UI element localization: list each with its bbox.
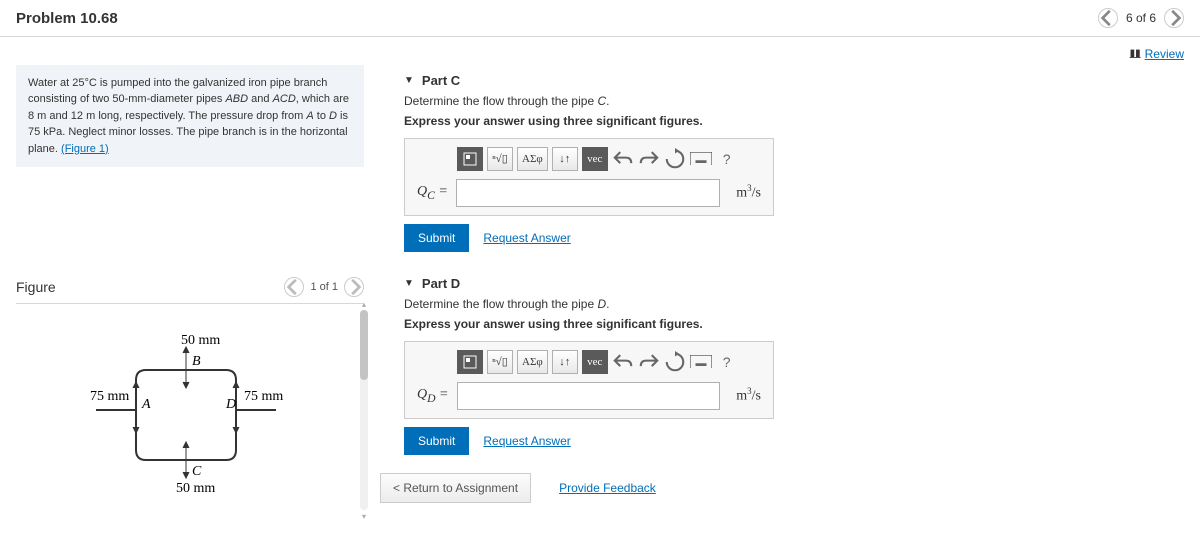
part-d-submit-button[interactable]: Submit [404, 427, 469, 455]
label-right-dim: 75 mm [244, 389, 283, 404]
label-D: D [225, 397, 236, 412]
figure-body: ▴ ▾ [16, 310, 364, 510]
undo-icon [612, 148, 634, 170]
figure-link[interactable]: (Figure 1) [61, 143, 109, 155]
collapse-caret-icon[interactable]: ▼ [404, 75, 414, 86]
part-c-unit: m3/s [726, 183, 761, 202]
keyboard-icon [690, 152, 712, 166]
figure-next-button[interactable] [344, 277, 364, 297]
updown-tool-button[interactable]: ↓↑ [552, 350, 578, 374]
part-c-toolbar: ⁿ√▯ ΑΣφ ↓↑ vec ? [417, 147, 761, 171]
footer-row: < Return to Assignment Provide Feedback [380, 473, 1184, 503]
redo-icon [638, 148, 660, 170]
reset-icon [664, 351, 686, 373]
part-d-var-label: QD = [417, 387, 451, 405]
label-B: B [192, 354, 201, 369]
greek-tool-button[interactable]: ΑΣφ [517, 147, 548, 171]
template-tool-button[interactable] [457, 350, 483, 374]
template-tool-button[interactable] [457, 147, 483, 171]
template-icon [463, 355, 477, 369]
template-icon [463, 152, 477, 166]
part-c-var-label: QC = [417, 184, 450, 202]
page-pager: 6 of 6 [1098, 8, 1184, 28]
part-d-instr: Express your answer using three signific… [404, 317, 1184, 331]
review-link[interactable]: ▮▮ Review [1130, 47, 1184, 61]
provide-feedback-link[interactable]: Provide Feedback [559, 481, 656, 495]
part-d-answer-box: ⁿ√▯ ΑΣφ ↓↑ vec ? QD = m3/s [404, 341, 774, 419]
part-d-toolbar: ⁿ√▯ ΑΣφ ↓↑ vec ? [417, 350, 761, 374]
flag-icon: ▮▮ [1130, 48, 1141, 59]
root-tool-button[interactable]: ⁿ√▯ [487, 350, 513, 374]
scroll-up-icon: ▴ [360, 300, 368, 308]
figure-pager: 1 of 1 [284, 277, 364, 297]
part-c-title: Part C [422, 73, 460, 88]
reset-button[interactable] [664, 351, 686, 373]
vec-tool-button[interactable]: vec [582, 350, 608, 374]
part-c-answer-input[interactable] [456, 179, 720, 207]
help-button[interactable]: ? [716, 148, 738, 170]
scroll-down-icon: ▾ [360, 512, 368, 520]
part-d-request-answer-link[interactable]: Request Answer [483, 434, 570, 448]
figure-prev-button[interactable] [284, 277, 304, 297]
collapse-caret-icon[interactable]: ▼ [404, 278, 414, 289]
label-C: C [192, 464, 202, 479]
part-c-submit-button[interactable]: Submit [404, 224, 469, 252]
help-button[interactable]: ? [716, 351, 738, 373]
part-c: ▼ Part C Determine the flow through the … [380, 65, 1184, 252]
part-d-title: Part D [422, 276, 460, 291]
part-d-unit: m3/s [726, 386, 761, 405]
problem-title: Problem 10.68 [16, 10, 118, 27]
review-row: ▮▮ Review [0, 37, 1200, 65]
part-c-prompt: Determine the flow through the pipe C. [404, 94, 1184, 108]
part-c-instr: Express your answer using three signific… [404, 114, 1184, 128]
figure-title: Figure [16, 279, 56, 295]
keyboard-icon [690, 355, 712, 369]
problem-statement: Water at 25°C is pumped into the galvani… [16, 65, 364, 168]
label-bot-dim: 50 mm [176, 481, 215, 496]
reset-icon [664, 148, 686, 170]
keyboard-button[interactable] [690, 148, 712, 170]
next-page-button[interactable] [1164, 8, 1184, 28]
part-d-prompt: Determine the flow through the pipe D. [404, 297, 1184, 311]
figure-header: Figure 1 of 1 [16, 277, 364, 304]
vec-tool-button[interactable]: vec [582, 147, 608, 171]
figure-scrollbar[interactable]: ▴ ▾ [360, 310, 368, 510]
root-icon: ⁿ√▯ [492, 355, 508, 368]
part-d: ▼ Part D Determine the flow through the … [380, 268, 1184, 455]
redo-button[interactable] [638, 351, 660, 373]
scroll-thumb[interactable] [360, 310, 368, 380]
reset-button[interactable] [664, 148, 686, 170]
chevron-right-icon [345, 278, 363, 296]
updown-tool-button[interactable]: ↓↑ [552, 147, 578, 171]
chevron-left-icon [1099, 9, 1117, 27]
chevron-right-icon [1165, 9, 1183, 27]
prev-page-button[interactable] [1098, 8, 1118, 28]
undo-button[interactable] [612, 351, 634, 373]
greek-tool-button[interactable]: ΑΣφ [517, 350, 548, 374]
page-header: Problem 10.68 6 of 6 [0, 0, 1200, 37]
return-to-assignment-button[interactable]: < Return to Assignment [380, 473, 531, 503]
redo-icon [638, 351, 660, 373]
root-tool-button[interactable]: ⁿ√▯ [487, 147, 513, 171]
label-top-dim: 50 mm [181, 333, 220, 348]
pipe-diagram: 50 mm B 75 mm A 75 mm D C 50 mm [76, 330, 336, 510]
keyboard-button[interactable] [690, 351, 712, 373]
undo-button[interactable] [612, 148, 634, 170]
part-c-request-answer-link[interactable]: Request Answer [483, 231, 570, 245]
chevron-left-icon [285, 278, 303, 296]
part-c-answer-box: ⁿ√▯ ΑΣφ ↓↑ vec ? QC = m3/s [404, 138, 774, 216]
part-d-answer-input[interactable] [457, 382, 721, 410]
undo-icon [612, 351, 634, 373]
root-icon: ⁿ√▯ [492, 152, 508, 165]
redo-button[interactable] [638, 148, 660, 170]
label-left-dim: 75 mm [90, 389, 129, 404]
pager-label: 6 of 6 [1126, 11, 1156, 25]
label-A: A [141, 397, 151, 412]
